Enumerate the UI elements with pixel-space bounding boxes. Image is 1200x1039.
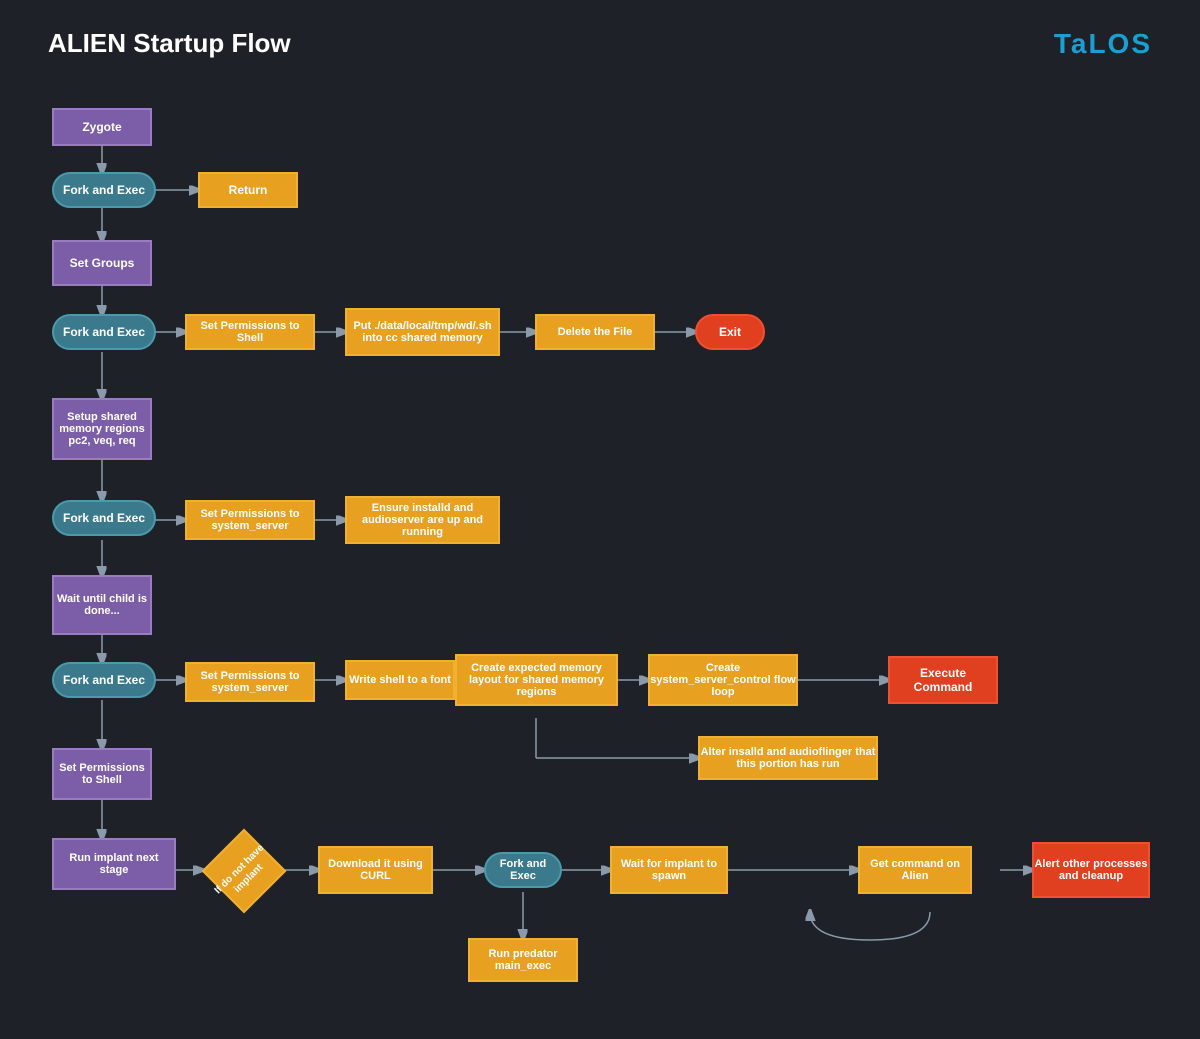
create-memory-node: Create expected memory layout for shared… [455,654,618,706]
download-curl-node: Download it using CURL [318,846,433,894]
setup-shared-node: Setup shared memory regions pc2, veq, re… [52,398,152,460]
exit-node: Exit [695,314,765,350]
create-system-node: Create system_server_control flow loop [648,654,798,706]
set-perm-shell2-node: Set Permissions to Shell [52,748,152,800]
diagram-container: ALIEN Startup Flow TaLOS [0,0,1200,1039]
set-perm-shell-node: Set Permissions to Shell [185,314,315,350]
return-node: Return [198,172,298,208]
fork-exec-2-node: Fork and Exec [52,314,156,350]
arrows-svg [0,0,1200,1039]
fork-exec-4-node: Fork and Exec [52,662,156,698]
execute-cmd-node: Execute Command [888,656,998,704]
get-command-node: Get command on Alien [858,846,972,894]
alter-insald-node: Alter insalld and audioflinger that this… [698,736,878,780]
logo: TaLOS [1054,28,1152,60]
page-title: ALIEN Startup Flow [48,28,291,59]
write-shell-node: Write shell to a font [345,660,455,700]
if-no-implant-node: If do not have implant [202,838,286,904]
alert-other-node: Alert other processes and cleanup [1032,842,1150,898]
fork-exec-3-node: Fork and Exec [52,500,156,536]
run-predator-node: Run predator main_exec [468,938,578,982]
wait-child-node: Wait until child is done... [52,575,152,635]
delete-file-node: Delete the File [535,314,655,350]
set-perm-sys1-node: Set Permissions to system_server [185,500,315,540]
zygote-node: Zygote [52,108,152,146]
set-perm-sys2-node: Set Permissions to system_server [185,662,315,702]
wait-implant-node: Wait for implant to spawn [610,846,728,894]
run-implant-node: Run implant next stage [52,838,176,890]
put-data-node: Put ./data/local/tmp/wd/.sh into cc shar… [345,308,500,356]
fork-exec-1-node: Fork and Exec [52,172,156,208]
set-groups-node: Set Groups [52,240,152,286]
ensure-install-node: Ensure installd and audioserver are up a… [345,496,500,544]
fork-exec-5-node: Fork and Exec [484,852,562,888]
